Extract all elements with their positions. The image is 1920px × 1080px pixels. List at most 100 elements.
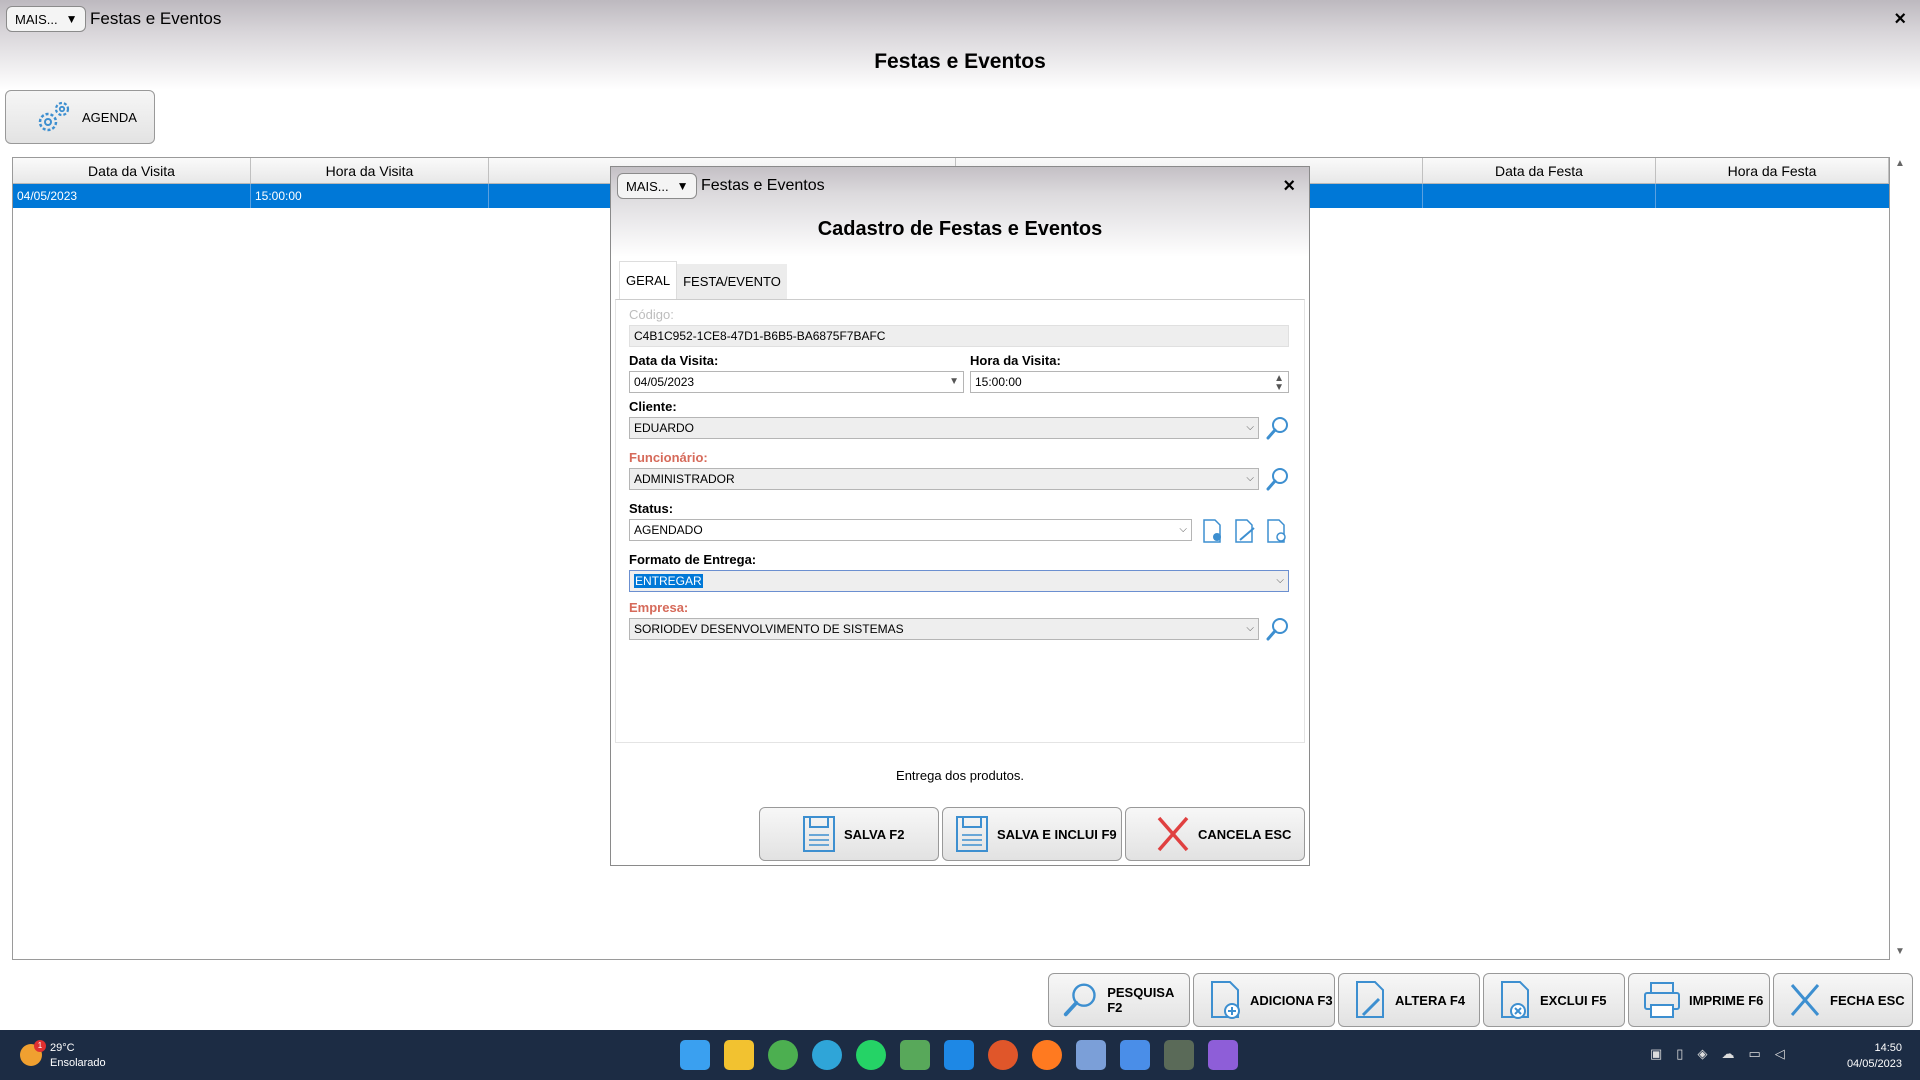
salva-inclui-button[interactable]: SALVA E INCLUI F9 [942, 807, 1122, 861]
funcionario-search-icon[interactable] [1265, 466, 1291, 492]
empresa-search-icon[interactable] [1265, 616, 1291, 642]
printer-icon [1644, 982, 1680, 1018]
security-shield-icon[interactable]: ◈ [1697, 1046, 1707, 1062]
search-icon [1063, 983, 1096, 1017]
add-document-icon [1211, 981, 1240, 1019]
dialog-heading: Cadastro de Festas e Eventos [817, 218, 1103, 240]
video-app-icon[interactable] [1208, 1040, 1238, 1070]
agenda-label: AGENDA [82, 109, 137, 125]
hora-visita-label: Hora da Visita: [970, 353, 1061, 368]
scroll-down-arrow-icon[interactable]: ▼ [1895, 946, 1905, 957]
chevron-down-icon[interactable]: ⌵ [1179, 520, 1187, 540]
data-visita-label: Data da Visita: [629, 353, 719, 368]
scroll-up-arrow-icon[interactable]: ▲ [1895, 158, 1905, 169]
main-close-icon[interactable]: × [1894, 8, 1906, 31]
network-share-icon[interactable]: ☁ [1721, 1046, 1734, 1062]
column-header-data-visita[interactable]: Data da Visita [13, 158, 251, 183]
add-status-icon[interactable] [1200, 518, 1226, 544]
empresa-value: SORIODEV DESENVOLVIMENTO DE SISTEMAS [634, 622, 904, 636]
chevron-down-icon[interactable]: ⌵ [1246, 418, 1254, 438]
weather-description[interactable]: Ensolarado [50, 1057, 106, 1069]
cancela-button[interactable]: CANCELA ESC [1125, 807, 1305, 861]
settings-icon[interactable] [1076, 1040, 1106, 1070]
date-dropdown-icon[interactable]: ▼ [949, 372, 959, 392]
codigo-label: Código: [629, 307, 674, 322]
column-header-hora-visita[interactable]: Hora da Visita [251, 158, 489, 183]
fecha-label: FECHA ESC [1830, 992, 1905, 1008]
cell-data-festa [1423, 184, 1656, 208]
volume-icon[interactable]: ◁ [1775, 1046, 1785, 1062]
status-label: Status: [629, 501, 674, 516]
hora-visita-input[interactable]: 15:00:00 ▲ ▼ [970, 371, 1289, 393]
firefox-icon[interactable] [1032, 1040, 1062, 1070]
cell-hora-visita: 15:00:00 [251, 184, 489, 208]
main-mais-button[interactable]: MAIS... ▼ [6, 6, 86, 32]
gears-icon [38, 101, 70, 132]
funcionario-value: ADMINISTRADOR [634, 472, 735, 486]
formato-entrega-value: ENTREGAR [634, 574, 703, 588]
chevron-down-icon[interactable]: ⌵ [1246, 619, 1254, 639]
status-value: AGENDADO [634, 523, 703, 537]
app-icon[interactable] [988, 1040, 1018, 1070]
funcionario-label: Funcionário: [629, 450, 708, 465]
pesquisa-button[interactable]: PESQUISA F2 [1048, 973, 1190, 1027]
exclui-button[interactable]: EXCLUI F5 [1483, 973, 1625, 1027]
formato-entrega-select[interactable]: ENTREGAR ⌵ [629, 570, 1289, 592]
tab-festa-evento[interactable]: FESTA/EVENTO [677, 264, 787, 299]
cancela-label: CANCELA ESC [1198, 826, 1292, 842]
column-header-data-festa[interactable]: Data da Festa [1423, 158, 1656, 183]
cliente-select[interactable]: EDUARDO ⌵ [629, 417, 1259, 439]
file-explorer-icon[interactable] [724, 1040, 754, 1070]
dialog-mais-button[interactable]: MAIS... ▼ [617, 173, 697, 199]
monitor-icon[interactable]: ▭ [1748, 1046, 1760, 1062]
system-clock[interactable]: 14:50 04/05/2023 [1847, 1040, 1902, 1072]
taskbar: 1 29°C Ensolarado ▣ ▯ ◈ ☁ ▭ ◁ 14:50 04/0… [0, 1030, 1920, 1080]
funcionario-select[interactable]: ADMINISTRADOR ⌵ [629, 468, 1259, 490]
start-icon[interactable] [680, 1040, 710, 1070]
remote-desktop-icon[interactable] [944, 1040, 974, 1070]
cliente-search-icon[interactable] [1265, 415, 1291, 441]
soriodev-app-icon[interactable] [1164, 1040, 1194, 1070]
chrome-icon[interactable] [768, 1040, 798, 1070]
main-window-title: Festas e Eventos [90, 9, 222, 28]
chevron-down-icon[interactable]: ⌵ [1246, 469, 1254, 489]
salva-button[interactable]: SALVA F2 [759, 807, 939, 861]
edge-icon[interactable] [812, 1040, 842, 1070]
dialog-tabs: GERAL FESTA/EVENTO [619, 261, 787, 299]
dialog-close-icon[interactable]: × [1283, 175, 1295, 198]
adiciona-button[interactable]: ADICIONA F3 [1193, 973, 1335, 1027]
cell-hora-festa [1656, 184, 1889, 208]
taskbar-apps [680, 1040, 1238, 1070]
tab-geral[interactable]: GERAL [619, 261, 678, 299]
weather-temperature[interactable]: 29°C [50, 1042, 75, 1054]
delete-status-icon[interactable] [1264, 518, 1290, 544]
imprime-button[interactable]: IMPRIME F6 [1628, 973, 1770, 1027]
empresa-select[interactable]: SORIODEV DESENVOLVIMENTO DE SISTEMAS ⌵ [629, 618, 1259, 640]
dialog-mais-label: MAIS... [626, 178, 669, 194]
altera-label: ALTERA F4 [1395, 992, 1466, 1008]
chevron-down-icon[interactable]: ⌵ [1276, 571, 1284, 591]
altera-button[interactable]: ALTERA F4 [1338, 973, 1480, 1027]
hora-visita-value: 15:00:00 [975, 375, 1022, 389]
exclui-label: EXCLUI F5 [1540, 992, 1607, 1008]
status-select[interactable]: AGENDADO ⌵ [629, 519, 1192, 541]
dropdown-arrow-icon: ▼ [676, 179, 689, 193]
column-header-hora-festa[interactable]: Hora da Festa [1656, 158, 1889, 183]
dialog-window-title: Festas e Eventos [701, 177, 825, 194]
document-app-icon[interactable] [1120, 1040, 1150, 1070]
salva-inclui-label: SALVA E INCLUI F9 [997, 826, 1117, 842]
cell-data-visita: 04/05/2023 [13, 184, 251, 208]
agenda-button[interactable]: AGENDA [5, 90, 155, 144]
edit-status-icon[interactable] [1232, 518, 1258, 544]
notepad-icon[interactable] [900, 1040, 930, 1070]
whatsapp-icon[interactable] [856, 1040, 886, 1070]
tray-app-icon[interactable]: ▣ [1650, 1046, 1662, 1062]
usb-icon[interactable]: ▯ [1676, 1046, 1683, 1062]
formato-entrega-label: Formato de Entrega: [629, 552, 757, 567]
pesquisa-label: PESQUISA F2 [1107, 985, 1174, 1015]
spinner-icon[interactable]: ▲ ▼ [1274, 374, 1284, 393]
fecha-button[interactable]: FECHA ESC [1773, 973, 1913, 1027]
tab-panel-geral: Código: C4B1C952-1CE8-47D1-B6B5-BA6875F7… [615, 299, 1305, 743]
dialog-titlebar: MAIS... ▼ Festas e Eventos × Cadastro de… [611, 167, 1309, 257]
data-visita-input[interactable]: 04/05/2023 ▼ [629, 371, 964, 393]
